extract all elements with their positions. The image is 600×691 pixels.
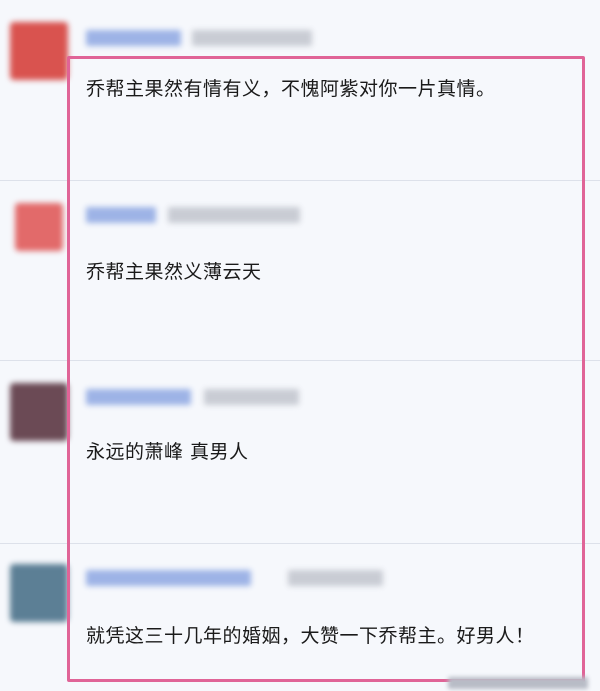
timestamp-blurred bbox=[192, 30, 312, 46]
comment-item: 就凭这三十几年的婚姻，大赞一下乔帮主。好男人！ bbox=[0, 544, 600, 691]
comment-text: 乔帮主果然义薄云天 bbox=[86, 261, 262, 283]
timestamp-blurred bbox=[168, 207, 300, 223]
avatar[interactable] bbox=[10, 383, 68, 441]
username-blurred[interactable] bbox=[86, 389, 191, 405]
avatar[interactable] bbox=[10, 22, 68, 80]
watermark-blurred bbox=[448, 677, 588, 689]
avatar[interactable] bbox=[15, 203, 63, 251]
comment-item: 乔帮主果然义薄云天 bbox=[0, 181, 600, 361]
comment-item: 乔帮主果然有情有义，不愧阿紫对你一片真情。 bbox=[0, 0, 600, 180]
comment-text: 乔帮主果然有情有义，不愧阿紫对你一片真情。 bbox=[86, 78, 496, 100]
timestamp-blurred bbox=[288, 570, 383, 586]
username-blurred[interactable] bbox=[86, 570, 251, 586]
comment-item: 永远的萧峰 真男人 bbox=[0, 361, 600, 543]
username-blurred[interactable] bbox=[86, 207, 156, 223]
comment-text: 就凭这三十几年的婚姻，大赞一下乔帮主。好男人！ bbox=[86, 625, 535, 647]
comment-text: 永远的萧峰 真男人 bbox=[86, 441, 249, 463]
timestamp-blurred bbox=[204, 389, 299, 405]
avatar[interactable] bbox=[10, 564, 68, 622]
username-blurred[interactable] bbox=[86, 30, 181, 46]
